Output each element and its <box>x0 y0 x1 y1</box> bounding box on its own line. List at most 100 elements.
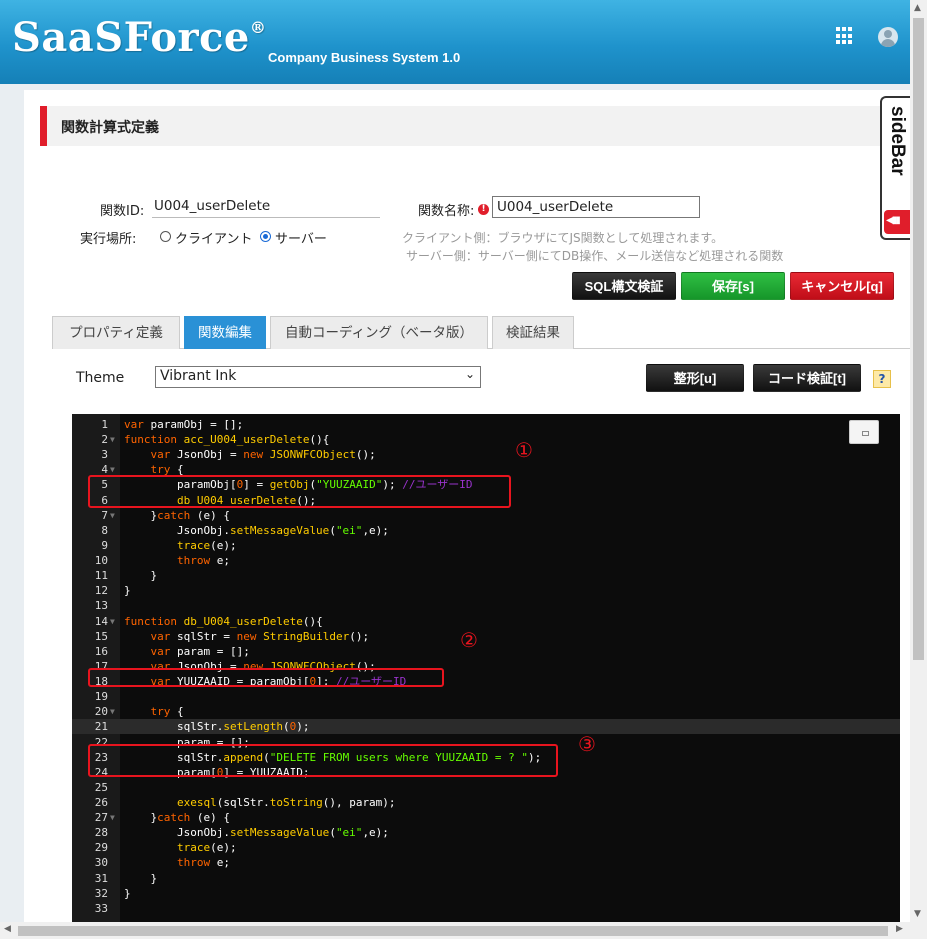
line-number: 28 <box>94 826 108 840</box>
code-line[interactable]: 15 var sqlStr = new StringBuilder(); <box>72 629 900 644</box>
code-line[interactable]: 25 <box>72 780 900 795</box>
scroll-up-icon[interactable]: ▲ <box>914 3 921 13</box>
fold-arrow-icon[interactable]: ▼ <box>110 508 115 523</box>
line-number: 8 <box>101 523 108 537</box>
help-icon[interactable]: ? <box>873 370 891 388</box>
logo-text: SaaSForce <box>12 14 250 61</box>
tab-function-edit[interactable]: 関数編集 <box>184 316 266 349</box>
code-line[interactable]: 2 ▼ function acc_U004_userDelete(){ <box>72 432 900 447</box>
radio-client[interactable] <box>160 231 171 242</box>
code-editor[interactable]: 1 var paramObj = []; 2 ▼ function acc_U004_u… <box>72 414 900 922</box>
logo-registered-mark: ® <box>249 18 267 37</box>
line-number: 13 <box>94 599 108 613</box>
fold-arrow-icon[interactable]: ▼ <box>110 432 115 447</box>
note-client: クライアント側：ブラウザにてJS関数として処理されます。 <box>402 231 724 245</box>
code-line[interactable]: 12} <box>72 583 900 598</box>
radio-server-label[interactable]: サーバー <box>275 228 327 247</box>
apps-grid-icon[interactable] <box>836 27 854 45</box>
scroll-right-icon[interactable]: ▶ <box>896 924 903 934</box>
code-text: var sqlStr = new StringBuilder(); <box>150 629 370 643</box>
line-number: 33 <box>94 901 108 915</box>
code-line[interactable]: 10 throw e; <box>72 553 900 568</box>
format-button[interactable]: 整形[u] <box>646 364 744 392</box>
code-line[interactable]: 31 } <box>72 871 900 886</box>
annotation-number-3: ③ <box>578 732 596 756</box>
code-text: function db_U004_userDelete(){ <box>124 614 323 628</box>
code-line[interactable]: 8 JsonObj.setMessageValue("ei",e); <box>72 523 900 538</box>
horizontal-scroll-thumb[interactable] <box>18 926 888 936</box>
code-line[interactable]: 26 exesql(sqlStr.toString(), param); <box>72 795 900 810</box>
code-text: trace(e); <box>176 538 237 552</box>
line-number: 20 <box>94 705 108 719</box>
line-number: 27 <box>94 811 108 825</box>
scroll-left-icon[interactable]: ◀ <box>4 924 11 934</box>
vertical-scrollbar[interactable]: ▲ ▼ <box>910 0 927 939</box>
code-validate-button[interactable]: コード検証[t] <box>753 364 861 392</box>
cancel-button[interactable]: キャンセル[q] <box>790 272 894 300</box>
theme-select-value: Vibrant Ink <box>160 368 237 384</box>
fold-arrow-icon[interactable]: ▼ <box>110 810 115 825</box>
code-line[interactable]: 33 <box>72 901 900 916</box>
editor-fullscreen-button[interactable] <box>849 420 879 444</box>
line-number: 10 <box>94 554 108 568</box>
code-line[interactable]: 11 } <box>72 568 900 583</box>
page-title: 関数計算式定義 <box>61 120 159 136</box>
code-line[interactable]: 16 var param = []; <box>72 644 900 659</box>
code-text: } <box>124 886 131 900</box>
code-line[interactable]: 32} <box>72 886 900 901</box>
theme-select[interactable]: Vibrant Ink ⌄ <box>155 366 481 388</box>
line-number: 11 <box>94 569 108 583</box>
code-line[interactable]: 14 ▼ function db_U004_userDelete(){ <box>72 614 900 629</box>
code-line[interactable]: 20 ▼ try { <box>72 704 900 719</box>
line-number: 3 <box>101 448 108 462</box>
sql-validate-button[interactable]: SQL構文検証 <box>572 272 676 300</box>
code-line[interactable]: 19 <box>72 689 900 704</box>
annotation-number-1: ① <box>515 438 533 462</box>
code-line[interactable]: 1 var paramObj = []; <box>72 417 900 432</box>
line-number: 19 <box>94 690 108 704</box>
line-number: 15 <box>94 629 108 643</box>
user-avatar-icon[interactable] <box>878 27 898 47</box>
code-line[interactable]: 28 JsonObj.setMessageValue("ei",e); <box>72 825 900 840</box>
tab-property-definition[interactable]: プロパティ定義 <box>52 316 180 349</box>
line-number: 31 <box>94 871 108 885</box>
code-text: function acc_U004_userDelete(){ <box>124 433 330 447</box>
code-line[interactable]: 9 trace(e); <box>72 538 900 553</box>
line-number: 16 <box>94 644 108 658</box>
sidebar-toggle[interactable]: sideBar <box>880 96 910 240</box>
code-line[interactable]: 21 sqlStr.setLength(0); <box>72 719 900 735</box>
saasforce-logo[interactable]: SaaSForce® <box>12 14 266 61</box>
radio-client-label[interactable]: クライアント <box>175 228 252 247</box>
scroll-down-icon[interactable]: ▼ <box>914 909 921 919</box>
save-button[interactable]: 保存[s] <box>681 272 785 300</box>
annotation-number-2: ② <box>460 628 478 652</box>
code-line[interactable]: 30 throw e; <box>72 855 900 870</box>
horizontal-scrollbar[interactable]: ◀ ▶ <box>0 922 910 939</box>
function-id-field[interactable]: U004_userDelete <box>152 198 380 218</box>
line-number: 1 <box>101 418 108 431</box>
code-text: } <box>124 871 158 885</box>
code-text: throw e; <box>176 856 230 870</box>
code-line[interactable]: 27 ▼ }catch (e) { <box>72 810 900 825</box>
vertical-scroll-thumb[interactable] <box>913 18 924 660</box>
code-text: }catch (e) { <box>124 508 230 522</box>
app-header: SaaSForce® Company Business System 1.0 <box>0 0 910 84</box>
code-line[interactable]: 3 var JsonObj = new JSONWFCObject(); <box>72 447 900 462</box>
tab-auto-coding[interactable]: 自動コーディング（ベータ版） <box>270 316 488 349</box>
function-name-input[interactable]: U004_userDelete <box>492 196 700 218</box>
fold-arrow-icon[interactable]: ▼ <box>110 614 115 629</box>
code-text: var param = []; <box>150 644 250 658</box>
code-text: try { <box>150 705 184 719</box>
line-number: 7 <box>101 508 108 522</box>
code-text: var paramObj = []; <box>124 418 244 431</box>
radio-server[interactable] <box>260 231 271 242</box>
function-name-label: 関数名称: <box>418 204 475 219</box>
code-line[interactable]: 7 ▼ }catch (e) { <box>72 508 900 523</box>
code-line[interactable]: 29 trace(e); <box>72 840 900 855</box>
function-id-label: 関数ID: <box>100 204 145 219</box>
annotation-box-3 <box>88 744 558 777</box>
tab-validation-result[interactable]: 検証結果 <box>492 316 574 349</box>
code-text: var JsonObj = new JSONWFCObject(); <box>150 448 376 462</box>
fold-arrow-icon[interactable]: ▼ <box>110 704 115 719</box>
code-line[interactable]: 13 <box>72 598 900 613</box>
